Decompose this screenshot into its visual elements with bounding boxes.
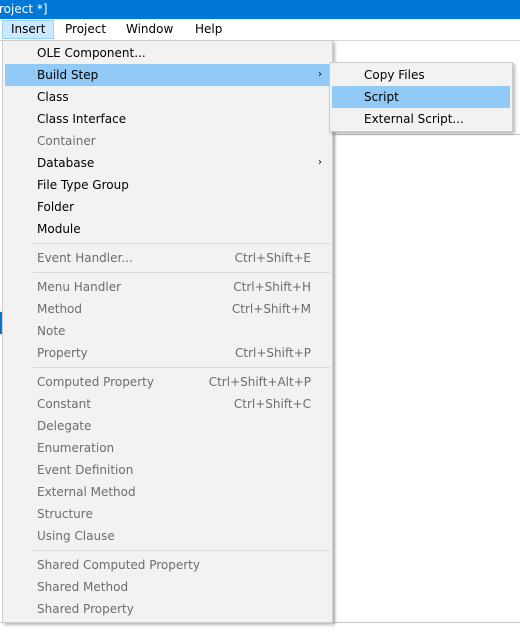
menu-item-label: Event Definition xyxy=(37,463,134,477)
menu-item-shortcut: Ctrl+Shift+M xyxy=(231,302,311,316)
menu-item-shortcut: Ctrl+Shift+C xyxy=(233,397,311,411)
menu-item-build-step[interactable]: Build Step › xyxy=(5,64,330,86)
build-step-submenu: Copy Files Script External Script... xyxy=(329,62,513,132)
menu-item-note: Note xyxy=(5,320,330,342)
menu-item-label: Computed Property xyxy=(37,375,154,389)
menu-window[interactable]: Window xyxy=(118,20,181,39)
menu-item-database[interactable]: Database › xyxy=(5,152,330,174)
menu-item-shortcut: Ctrl+Shift+Alt+P xyxy=(208,375,311,389)
menu-item-ole-component[interactable]: OLE Component... xyxy=(5,42,330,64)
menu-item-method: Method Ctrl+Shift+M xyxy=(5,298,330,320)
menu-item-event-definition: Event Definition xyxy=(5,459,330,481)
menu-item-label: Class xyxy=(37,90,69,104)
menu-item-label: Shared Computed Property xyxy=(37,558,200,572)
menu-item-file-type-group[interactable]: File Type Group xyxy=(5,174,330,196)
menu-item-label: Container xyxy=(37,134,96,148)
chevron-right-icon: › xyxy=(318,69,322,80)
panel-divider xyxy=(330,134,520,135)
menu-item-module[interactable]: Module xyxy=(5,218,330,240)
menu-item-label: Build Step xyxy=(37,68,99,82)
menu-project[interactable]: Project xyxy=(57,20,114,39)
menu-item-structure: Structure xyxy=(5,503,330,525)
menu-item-label: Event Handler... xyxy=(37,251,133,265)
menu-item-shortcut: Ctrl+Shift+E xyxy=(234,251,311,265)
menu-item-label: Property xyxy=(37,346,88,360)
menu-item-label: Module xyxy=(37,222,81,236)
menu-item-class[interactable]: Class xyxy=(5,86,330,108)
menu-item-label: Delegate xyxy=(37,419,92,433)
menu-item-label: Database xyxy=(37,156,95,170)
menu-item-menu-handler: Menu Handler Ctrl+Shift+H xyxy=(5,276,330,298)
menu-item-label: Class Interface xyxy=(37,112,127,126)
submenu-item-script[interactable]: Script xyxy=(332,86,510,108)
menu-separator xyxy=(33,367,330,368)
menu-item-label: OLE Component... xyxy=(37,46,146,60)
menu-item-label: Script xyxy=(364,90,399,104)
menu-item-class-interface[interactable]: Class Interface xyxy=(5,108,330,130)
menu-item-property: Property Ctrl+Shift+P xyxy=(5,342,330,364)
menu-item-shared-property: Shared Property xyxy=(5,598,330,620)
window-title: roject *] xyxy=(0,2,48,16)
menu-item-label: Enumeration xyxy=(37,441,115,455)
menu-item-label: Shared Method xyxy=(37,580,129,594)
menu-item-label: External Script... xyxy=(364,112,464,126)
menu-item-delegate: Delegate xyxy=(5,415,330,437)
menu-item-label: Shared Property xyxy=(37,602,134,616)
menu-item-constant: Constant Ctrl+Shift+C xyxy=(5,393,330,415)
menu-item-external-method: External Method xyxy=(5,481,330,503)
menu-item-computed-property: Computed Property Ctrl+Shift+Alt+P xyxy=(5,371,330,393)
chevron-right-icon: › xyxy=(318,157,322,168)
menu-item-label: Constant xyxy=(37,397,91,411)
panel-divider-vertical xyxy=(334,134,335,624)
menu-item-event-handler: Event Handler... Ctrl+Shift+E xyxy=(5,247,330,269)
menu-help[interactable]: Help xyxy=(187,20,230,39)
menu-item-using-clause: Using Clause xyxy=(5,525,330,547)
menu-item-label: Folder xyxy=(37,200,75,214)
menu-item-shortcut: Ctrl+Shift+P xyxy=(235,346,311,360)
menu-insert[interactable]: Insert xyxy=(2,20,55,39)
menu-bar: Insert Project Window Help xyxy=(0,19,520,41)
menu-item-label: Method xyxy=(37,302,83,316)
menu-item-enumeration: Enumeration xyxy=(5,437,330,459)
menu-item-label: Structure xyxy=(37,507,93,521)
menu-item-label: External Method xyxy=(37,485,136,499)
insert-menu: OLE Component... Build Step › Class Clas… xyxy=(2,40,333,623)
menu-separator xyxy=(33,550,330,551)
menu-item-folder[interactable]: Folder xyxy=(5,196,330,218)
menu-item-label: Note xyxy=(37,324,66,338)
menu-item-shortcut: Ctrl+Shift+H xyxy=(233,280,311,294)
menu-item-shared-computed-property: Shared Computed Property xyxy=(5,554,330,576)
menu-item-shared-method: Shared Method xyxy=(5,576,330,598)
submenu-item-copy-files[interactable]: Copy Files xyxy=(332,64,510,86)
menu-separator xyxy=(33,272,330,273)
menu-item-container: Container xyxy=(5,130,330,152)
menu-separator xyxy=(33,243,330,244)
menu-item-label: Copy Files xyxy=(364,68,425,82)
menu-item-label: File Type Group xyxy=(37,178,129,192)
submenu-item-external-script[interactable]: External Script... xyxy=(332,108,510,130)
menu-item-label: Menu Handler xyxy=(37,280,122,294)
title-bar: roject *] xyxy=(0,0,520,19)
menu-item-label: Using Clause xyxy=(37,529,115,543)
